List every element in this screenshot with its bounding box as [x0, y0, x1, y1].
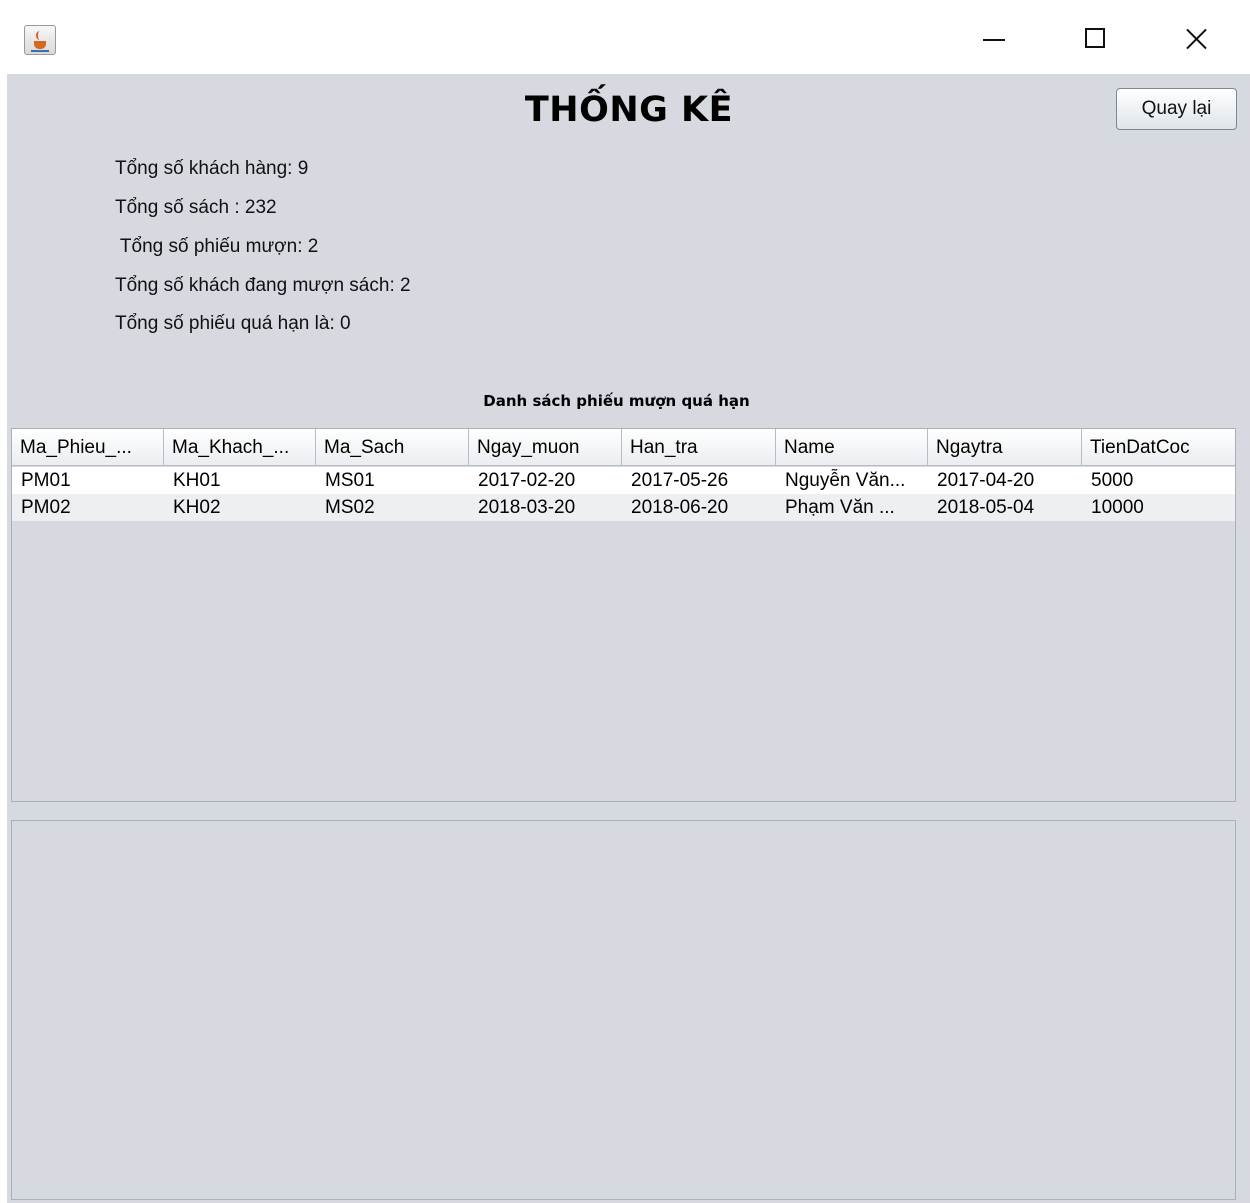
- column-header-tiendatcoc[interactable]: TienDatCoc: [1082, 429, 1235, 466]
- column-header-ngay-muon[interactable]: Ngay_muon: [469, 429, 622, 466]
- table-row[interactable]: PM02 KH02 MS02 2018-03-20 2018-06-20 Phạ…: [12, 494, 1235, 521]
- table-cell: 10000: [1091, 497, 1144, 518]
- table-cell: Nguyễn Văn...: [785, 470, 906, 491]
- table-cell: 2018-06-20: [631, 497, 729, 518]
- close-button[interactable]: [1170, 12, 1220, 62]
- column-header-name[interactable]: Name: [776, 429, 928, 466]
- column-header-ma-sach[interactable]: Ma_Sach: [316, 429, 469, 466]
- table-cell: 2018-05-04: [937, 497, 1035, 518]
- table-cell: PM01: [21, 470, 71, 491]
- minimize-button[interactable]: [970, 12, 1020, 62]
- table-cell: 2018-03-20: [478, 497, 576, 518]
- stat-customers-borrowing: Tổng số khách đang mượn sách: 2: [115, 275, 411, 296]
- table-cell: KH02: [173, 497, 221, 518]
- column-header-ma-phieu[interactable]: Ma_Phieu_...: [12, 429, 164, 466]
- table-cell: PM02: [21, 497, 71, 518]
- page-title: THỐNG KÊ: [524, 90, 734, 130]
- column-header-ma-khach[interactable]: Ma_Khach_...: [164, 429, 316, 466]
- stat-overdue-slips: Tổng số phiếu quá hạn là: 0: [115, 313, 351, 334]
- table-cell: 2017-04-20: [937, 470, 1035, 491]
- table-cell: 5000: [1091, 470, 1134, 491]
- minimize-icon: [983, 39, 1005, 41]
- table-cell: 2017-02-20: [478, 470, 576, 491]
- stat-total-loan-slips: Tổng số phiếu mượn: 2: [115, 236, 319, 257]
- stat-total-customers: Tổng số khách hàng: 9: [115, 158, 309, 179]
- overdue-list-title: Danh sách phiếu mượn quá hạn: [483, 392, 750, 410]
- table-cell: MS01: [325, 470, 375, 491]
- stat-total-books: Tổng số sách : 232: [115, 197, 277, 218]
- table-cell: MS02: [325, 497, 375, 518]
- table-header: Ma_Phieu_... Ma_Khach_... Ma_Sach Ngay_m…: [12, 429, 1235, 466]
- table-cell: Phạm Văn ...: [785, 497, 895, 518]
- overdue-table[interactable]: Ma_Phieu_... Ma_Khach_... Ma_Sach Ngay_m…: [11, 428, 1236, 802]
- maximize-button[interactable]: [1070, 12, 1120, 62]
- column-header-han-tra[interactable]: Han_tra: [622, 429, 776, 466]
- window-titlebar: [0, 0, 1250, 74]
- java-cup-icon: [24, 25, 56, 55]
- back-button[interactable]: Quay lại: [1116, 88, 1237, 130]
- maximize-icon: [1085, 28, 1105, 48]
- table-row[interactable]: PM01 KH01 MS01 2017-02-20 2017-05-26 Ngu…: [12, 467, 1235, 494]
- column-header-ngaytra[interactable]: Ngaytra: [928, 429, 1082, 466]
- chart-panel: [11, 820, 1236, 1200]
- table-cell: KH01: [173, 470, 221, 491]
- table-cell: 2017-05-26: [631, 470, 729, 491]
